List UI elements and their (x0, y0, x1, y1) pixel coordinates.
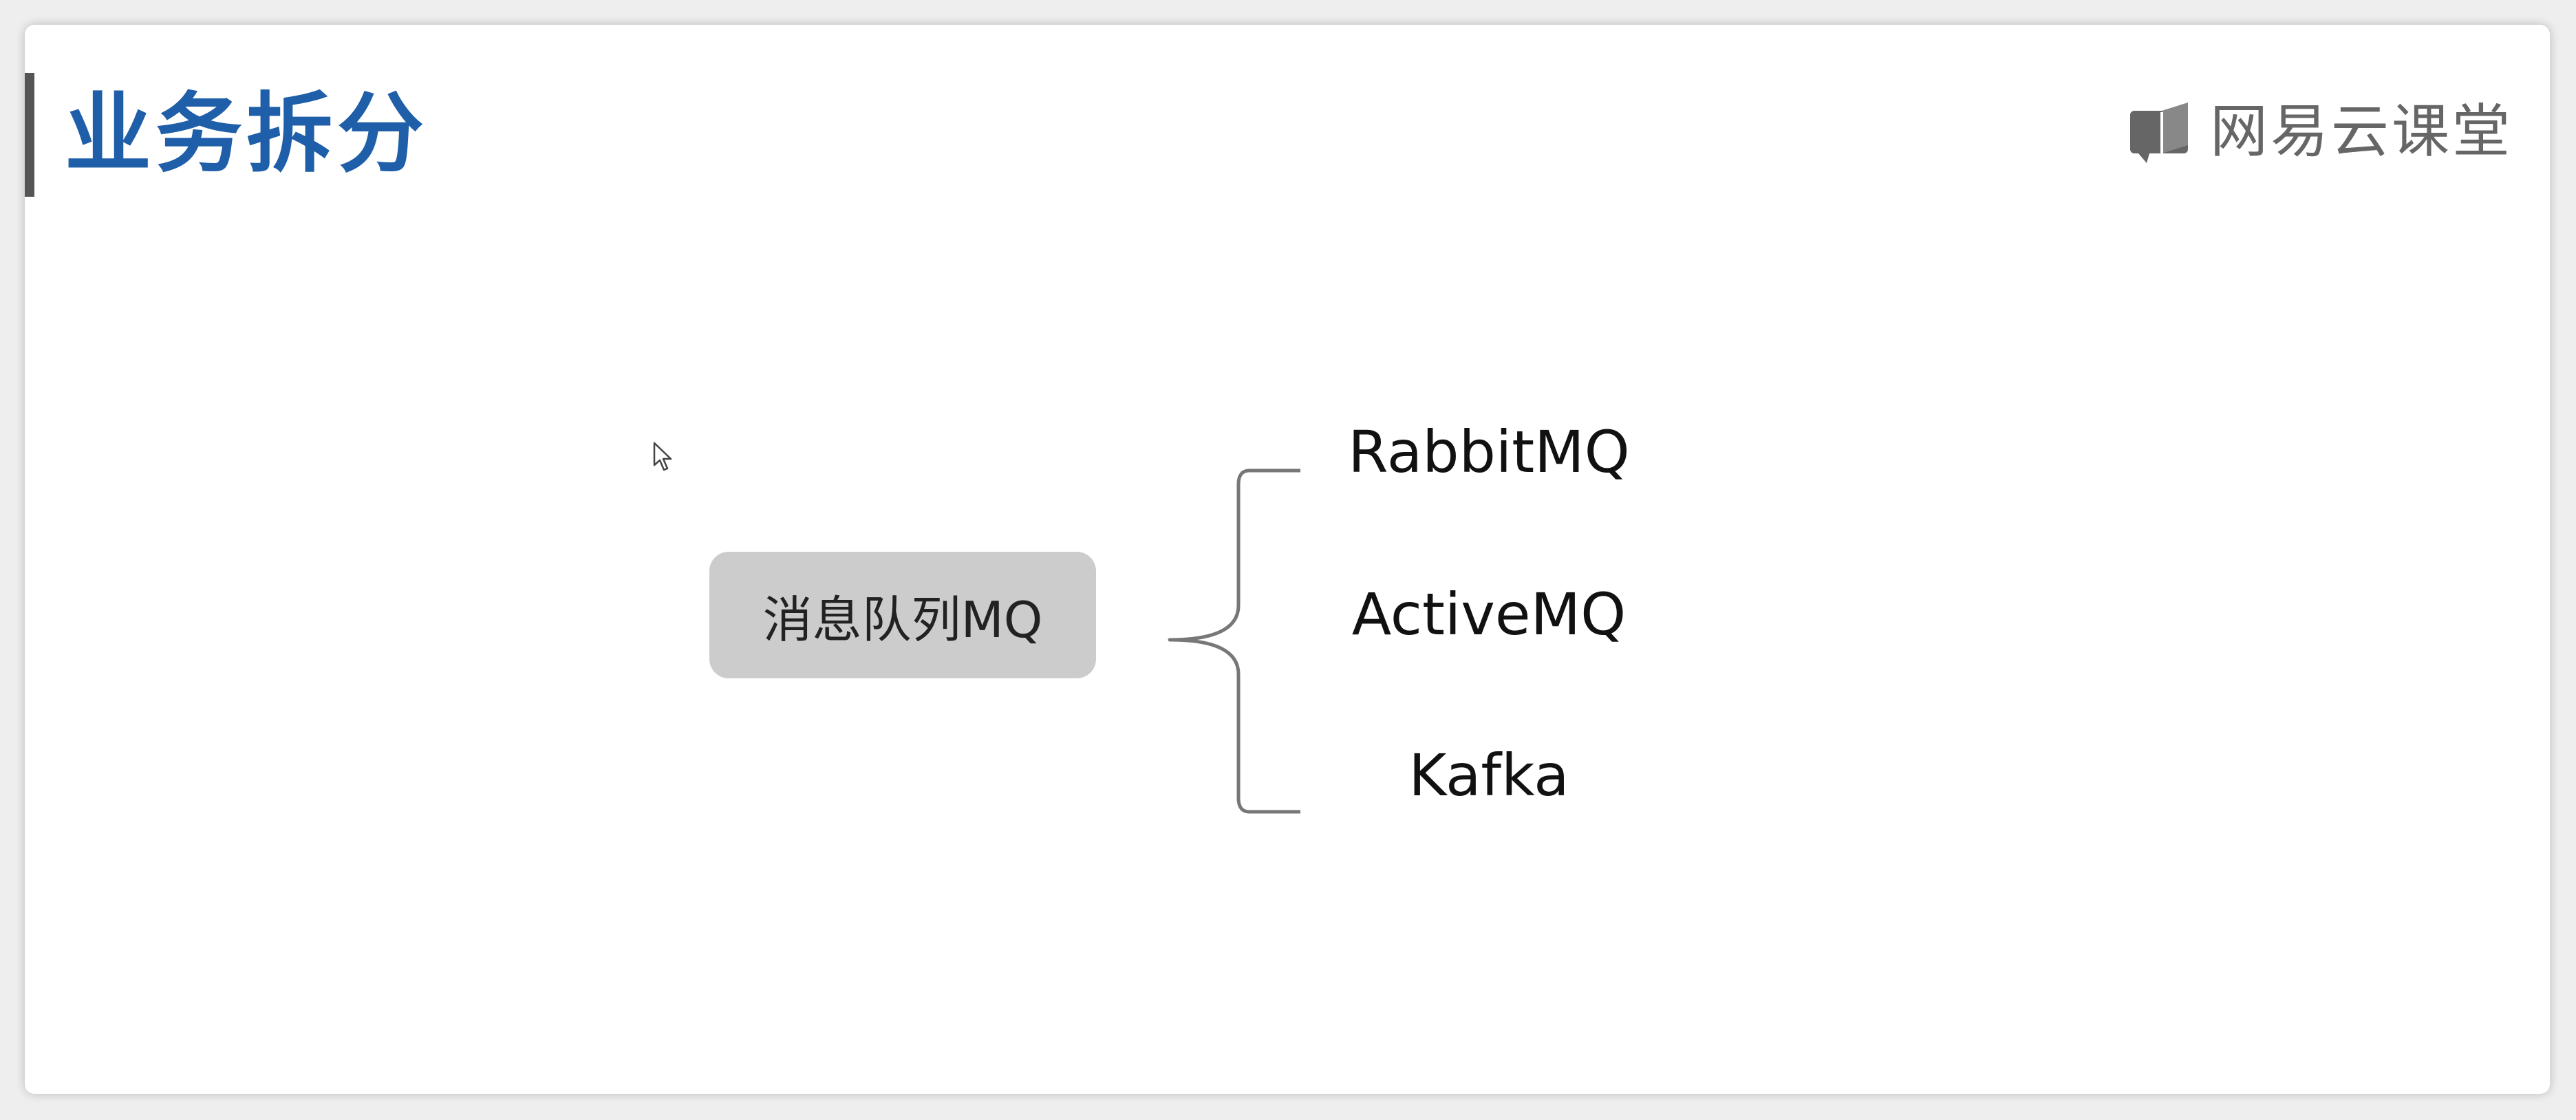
branch-kafka: Kafka (1408, 742, 1569, 809)
branch-activemq: ActiveMQ (1351, 581, 1627, 648)
slide-title: 业务拆分 (65, 83, 428, 184)
central-node: 消息队列MQ (709, 552, 1096, 678)
netease-cloud-classroom-logo: 网易云课堂 (2126, 94, 2513, 169)
title-accent-bar (25, 73, 34, 197)
logo-text: 网易云课堂 (2210, 98, 2513, 165)
mouse-cursor-icon (653, 442, 672, 471)
central-node-label: 消息队列MQ (762, 590, 1043, 649)
book-icon (2130, 103, 2188, 163)
branch-rabbitmq: RabbitMQ (1348, 418, 1630, 486)
